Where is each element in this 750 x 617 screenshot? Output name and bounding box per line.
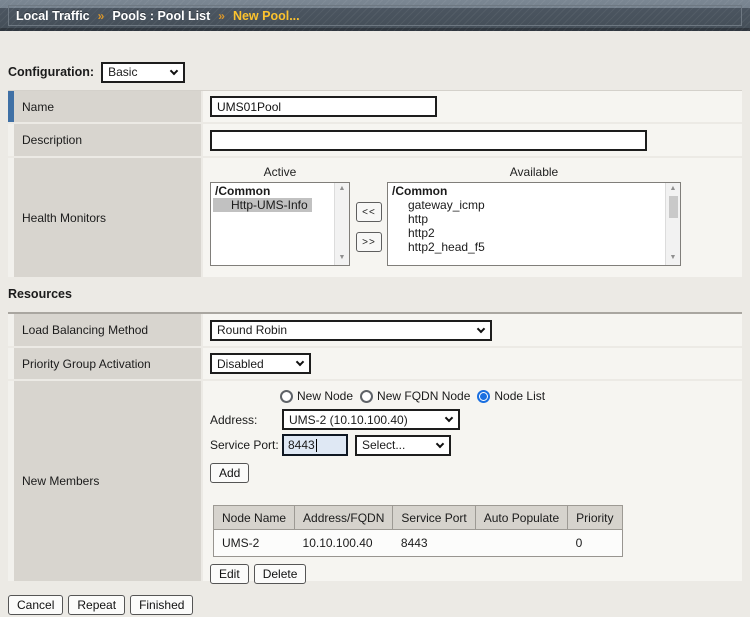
scroll-up-icon[interactable]: ▲ — [670, 185, 677, 194]
listbox-item[interactable]: http2_head_f5 — [390, 240, 665, 254]
table-header-cell: Service Port — [393, 506, 475, 530]
service-port-input[interactable]: 8443 — [282, 434, 348, 456]
move-right-button[interactable]: >> — [356, 232, 382, 252]
active-listbox-scrollbar[interactable]: ▲ ▼ — [334, 183, 349, 265]
edit-button[interactable]: Edit — [210, 564, 249, 584]
row-load-balancing: Load Balancing Method Round Robin — [8, 314, 742, 346]
load-balancing-label: Load Balancing Method — [8, 314, 201, 346]
radio-option-node-list[interactable]: Node List — [477, 389, 545, 403]
radio-checked-icon — [477, 390, 490, 403]
available-listbox[interactable]: /Common gateway_icmp http http2 http2_he… — [387, 182, 681, 266]
radio-icon — [360, 390, 373, 403]
listbox-item[interactable]: http — [390, 212, 665, 226]
radio-option-label: New Node — [297, 389, 353, 403]
listbox-item[interactable]: gateway_icmp — [390, 198, 665, 212]
radio-option-label: Node List — [494, 389, 545, 403]
priority-group-select[interactable]: Disabled — [210, 353, 311, 374]
chevron-down-icon — [170, 66, 178, 74]
chevron-down-icon — [436, 439, 444, 447]
scrollbar-thumb[interactable] — [669, 196, 678, 218]
finished-button[interactable]: Finished — [130, 595, 193, 615]
row-health-monitors: Health Monitors Active /Common Http-UMS-… — [8, 158, 742, 277]
row-description: Description — [8, 124, 742, 156]
resources-table: Load Balancing Method Round Robin Priori… — [8, 312, 742, 581]
priority-group-label: Priority Group Activation — [8, 348, 201, 379]
general-settings-table: Name Description Health Monitors Active … — [8, 90, 742, 277]
new-members-label: New Members — [8, 381, 201, 581]
breadcrumb: Local Traffic » Pools : Pool List » New … — [8, 5, 742, 26]
footer-actions: Cancel Repeat Finished — [8, 595, 742, 615]
radio-option-new-node[interactable]: New Node — [280, 389, 353, 403]
row-name: Name — [8, 91, 742, 122]
topbar: Local Traffic » Pools : Pool List » New … — [0, 0, 750, 31]
configuration-select[interactable]: Basic — [101, 62, 185, 83]
address-select[interactable]: UMS-2 (10.10.100.40) — [282, 409, 460, 430]
table-header-cell: Priority — [568, 506, 622, 530]
active-list-title: Active — [210, 165, 350, 182]
breadcrumb-separator-icon: » — [98, 9, 105, 23]
description-label: Description — [8, 124, 201, 156]
configuration-label: Configuration: — [8, 65, 94, 79]
move-left-button[interactable]: << — [356, 202, 382, 222]
table-cell: 0 — [568, 530, 622, 557]
available-list-title: Available — [387, 165, 681, 182]
table-header-cell: Address/FQDN — [295, 506, 393, 530]
table-cell: 8443 — [393, 530, 475, 557]
address-label: Address: — [210, 413, 282, 427]
available-listbox-scrollbar[interactable]: ▲ ▼ — [665, 183, 680, 265]
listbox-item[interactable]: http2 — [390, 226, 665, 240]
service-port-select[interactable]: Select... — [355, 435, 451, 456]
configuration-select-value: Basic — [108, 65, 137, 79]
table-cell: UMS-2 — [214, 530, 295, 557]
node-type-radio-group: New Node New FQDN Node Node List — [280, 388, 735, 404]
table-row: UMS-2 10.10.100.40 8443 0 — [214, 530, 623, 557]
radio-icon — [280, 390, 293, 403]
table-header-cell: Node Name — [214, 506, 295, 530]
name-label: Name — [8, 91, 201, 122]
listbox-group: /Common — [213, 184, 334, 198]
cancel-button[interactable]: Cancel — [8, 595, 63, 615]
repeat-button[interactable]: Repeat — [68, 595, 125, 615]
table-cell: 10.10.100.40 — [295, 530, 393, 557]
table-cell — [475, 530, 567, 557]
address-select-value: UMS-2 (10.10.100.40) — [289, 413, 408, 427]
breadcrumb-current: New Pool... — [233, 9, 300, 23]
chevron-down-icon — [477, 324, 485, 332]
row-new-members: New Members New Node New FQDN Node Node … — [8, 381, 742, 581]
radio-option-label: New FQDN Node — [377, 389, 470, 403]
name-input[interactable] — [210, 96, 437, 117]
table-header-cell: Auto Populate — [475, 506, 567, 530]
active-listbox[interactable]: /Common Http-UMS-Info ▲ ▼ — [210, 182, 350, 266]
breadcrumb-link-pool-list[interactable]: Pools : Pool List — [112, 9, 210, 23]
service-port-label: Service Port: — [210, 438, 282, 452]
load-balancing-select-value: Round Robin — [217, 323, 287, 337]
scroll-up-icon[interactable]: ▲ — [339, 185, 346, 194]
chevron-down-icon — [296, 358, 304, 366]
breadcrumb-link-local-traffic[interactable]: Local Traffic — [16, 9, 90, 23]
breadcrumb-separator-icon: » — [218, 9, 225, 23]
health-monitors-label: Health Monitors — [8, 158, 201, 277]
configuration-row: Configuration: Basic — [8, 61, 742, 83]
scroll-down-icon[interactable]: ▼ — [670, 254, 677, 263]
service-port-select-value: Select... — [362, 438, 405, 452]
delete-button[interactable]: Delete — [254, 564, 307, 584]
scroll-down-icon[interactable]: ▼ — [339, 254, 346, 263]
members-table: Node Name Address/FQDN Service Port Auto… — [213, 505, 623, 557]
table-header-row: Node Name Address/FQDN Service Port Auto… — [214, 506, 623, 530]
load-balancing-select[interactable]: Round Robin — [210, 320, 492, 341]
text-caret — [316, 439, 317, 452]
listbox-item[interactable]: Http-UMS-Info — [213, 198, 312, 212]
description-input[interactable] — [210, 130, 647, 151]
resources-title: Resources — [8, 287, 742, 303]
listbox-group: /Common — [390, 184, 665, 198]
radio-option-new-fqdn-node[interactable]: New FQDN Node — [360, 389, 470, 403]
row-priority-group: Priority Group Activation Disabled — [8, 348, 742, 379]
add-button[interactable]: Add — [210, 463, 249, 483]
chevron-down-icon — [445, 414, 453, 422]
priority-group-select-value: Disabled — [217, 357, 264, 371]
